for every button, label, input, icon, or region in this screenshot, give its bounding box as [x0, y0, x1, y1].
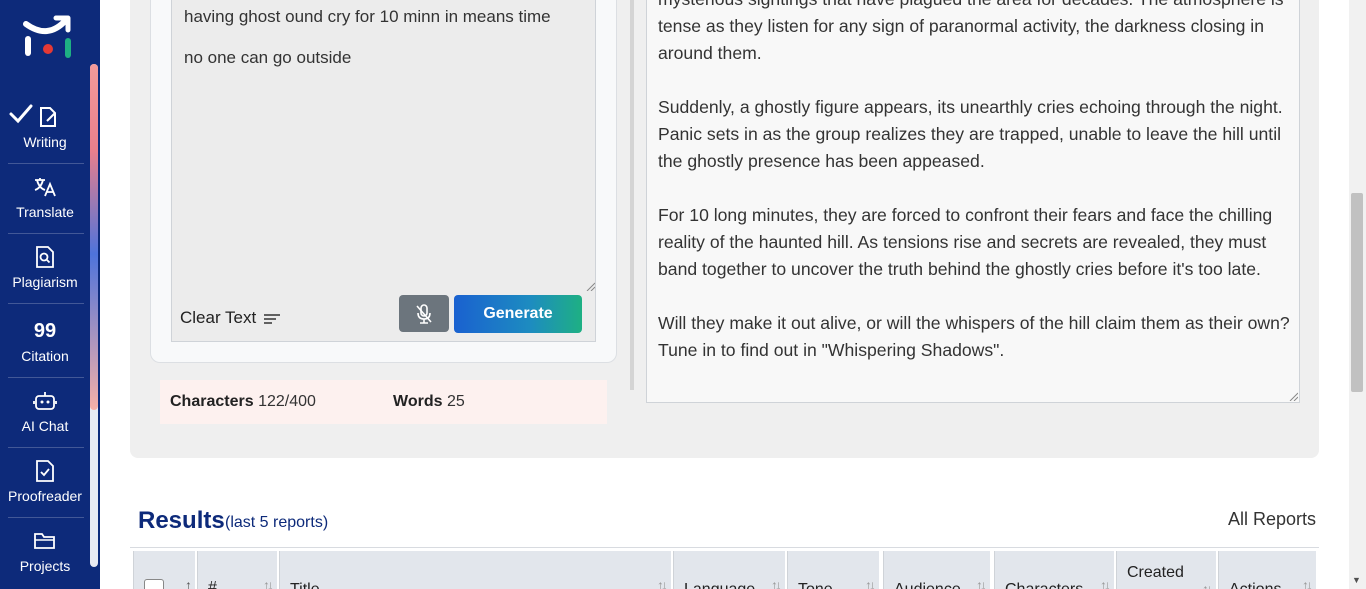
resize-handle-icon[interactable]	[585, 281, 595, 291]
sidebar-scrollbar[interactable]	[90, 64, 98, 567]
column-header-title[interactable]: Title ↑↓	[279, 551, 671, 589]
sidebar-item-label: AI Chat	[21, 418, 69, 434]
divider	[8, 233, 84, 234]
column-label: Language	[684, 581, 755, 589]
sidebar-item-label: Proofreader	[8, 488, 82, 504]
words-count: Words 25	[393, 393, 465, 411]
words-value: 25	[446, 393, 465, 410]
column-label: Actions	[1229, 581, 1281, 589]
select-all-header[interactable]: ↑	[133, 551, 195, 589]
all-reports-link[interactable]: All Reports	[1228, 509, 1316, 530]
column-header-number[interactable]: # ↑↓	[197, 551, 277, 589]
sort-icon[interactable]: ↑↓	[865, 577, 876, 589]
characters-label: Characters	[170, 393, 254, 410]
column-label: Title	[290, 581, 320, 589]
sidebar-item-label: Citation	[21, 348, 69, 364]
divider	[8, 517, 84, 518]
sidebar-item-ai-chat[interactable]: AI Chat	[0, 379, 90, 447]
column-header-created-date[interactable]: Created Date ↑↓	[1116, 551, 1216, 589]
sidebar-item-label: Translate	[16, 204, 74, 220]
sort-icon[interactable]: ↑↓	[657, 577, 668, 589]
column-label: Characters	[1005, 581, 1083, 589]
output-paragraph: Suddenly, a ghostly figure appears, its …	[658, 97, 1283, 171]
sidebar-item-translate[interactable]: Translate	[0, 165, 90, 233]
edit-document-icon	[0, 105, 90, 129]
sidebar-scrollbar-thumb[interactable]	[90, 64, 98, 410]
sort-icon[interactable]: ↑↓	[263, 577, 274, 589]
search-document-icon	[0, 245, 90, 269]
folder-icon	[0, 529, 90, 553]
column-label: Tone	[798, 581, 833, 589]
app-logo[interactable]	[22, 14, 74, 62]
sidebar-item-plagiarism[interactable]: Plagiarism	[0, 235, 90, 303]
sidebar-item-label: Plagiarism	[12, 274, 78, 290]
microphone-button[interactable]	[399, 295, 449, 332]
sidebar-item-label: Projects	[19, 558, 71, 574]
sort-icon[interactable]: ↑↓	[1302, 577, 1313, 589]
page-scrollbar[interactable]	[1349, 0, 1366, 589]
column-label: #	[208, 579, 217, 589]
clear-text-label: Clear Text	[180, 308, 257, 327]
sidebar-item-citation[interactable]: 99 Citation	[0, 309, 90, 377]
output-paragraph: mysterious sightings that have plagued t…	[658, 0, 1284, 63]
column-header-characters[interactable]: Characters ↑↓	[994, 551, 1114, 589]
clear-text-button[interactable]: Clear Text	[180, 308, 282, 328]
divider	[8, 377, 84, 378]
output-paragraph: Will they make it out alive, or will the…	[658, 313, 1290, 360]
stats-bar: Characters 122/400 Words 25	[160, 380, 607, 424]
output-text: mysterious sightings that have plagued t…	[658, 0, 1294, 391]
sidebar: Writing Translate Plagiarism 99 Citation…	[0, 0, 100, 589]
sidebar-item-proofreader[interactable]: Proofreader	[0, 449, 90, 517]
column-header-audience[interactable]: Audience ↑↓	[883, 551, 990, 589]
quote-icon: 99	[33, 319, 57, 342]
results-table-header: ↑ # ↑↓ Title ↑↓ Language ↑↓ Tone ↑↓ Audience…	[130, 547, 1319, 589]
sidebar-item-writing[interactable]: Writing	[0, 95, 90, 163]
resize-handle-icon[interactable]	[1288, 391, 1298, 401]
results-subtitle: (last 5 reports)	[225, 514, 329, 531]
page-scrollbar-thumb[interactable]	[1351, 193, 1363, 392]
output-paragraph: For 10 long minutes, they are forced to …	[658, 205, 1273, 279]
lines-icon	[264, 314, 281, 324]
results-title: Results	[138, 507, 225, 534]
check-document-icon	[0, 459, 90, 483]
sort-icon[interactable]: ↑↓	[1100, 577, 1111, 589]
divider	[8, 303, 84, 304]
prompt-text-line[interactable]: no one can go outside	[184, 48, 351, 68]
scroll-down-arrow-icon[interactable]: ▼	[1352, 575, 1361, 585]
column-label: Audience	[894, 581, 961, 589]
sidebar-item-projects[interactable]: Projects	[0, 519, 90, 587]
characters-value: 122/400	[258, 393, 316, 410]
column-header-tone[interactable]: Tone ↑↓	[787, 551, 879, 589]
divider	[8, 163, 84, 164]
divider	[8, 447, 84, 448]
sort-icon[interactable]: ↑↓	[1202, 577, 1213, 589]
translate-icon	[0, 175, 90, 199]
robot-icon	[0, 389, 90, 413]
sort-icon[interactable]: ↑	[185, 577, 192, 589]
sort-icon[interactable]: ↑↓	[976, 577, 987, 589]
sidebar-item-label: Writing	[23, 134, 67, 150]
prompt-text-line[interactable]: having ghost ound cry for 10 minn in mea…	[184, 7, 551, 27]
select-all-checkbox[interactable]	[144, 579, 164, 589]
words-label: Words	[393, 393, 443, 410]
generate-button[interactable]: Generate	[454, 295, 582, 333]
panel-divider[interactable]	[630, 0, 634, 390]
column-header-language[interactable]: Language ↑↓	[673, 551, 785, 589]
column-label: Created Date	[1127, 564, 1184, 589]
output-textarea[interactable]: mysterious sightings that have plagued t…	[646, 0, 1300, 403]
sort-icon[interactable]: ↑↓	[771, 577, 782, 589]
column-header-actions[interactable]: Actions ↑↓	[1218, 551, 1316, 589]
microphone-off-icon	[416, 303, 432, 324]
characters-count: Characters 122/400	[170, 393, 316, 411]
